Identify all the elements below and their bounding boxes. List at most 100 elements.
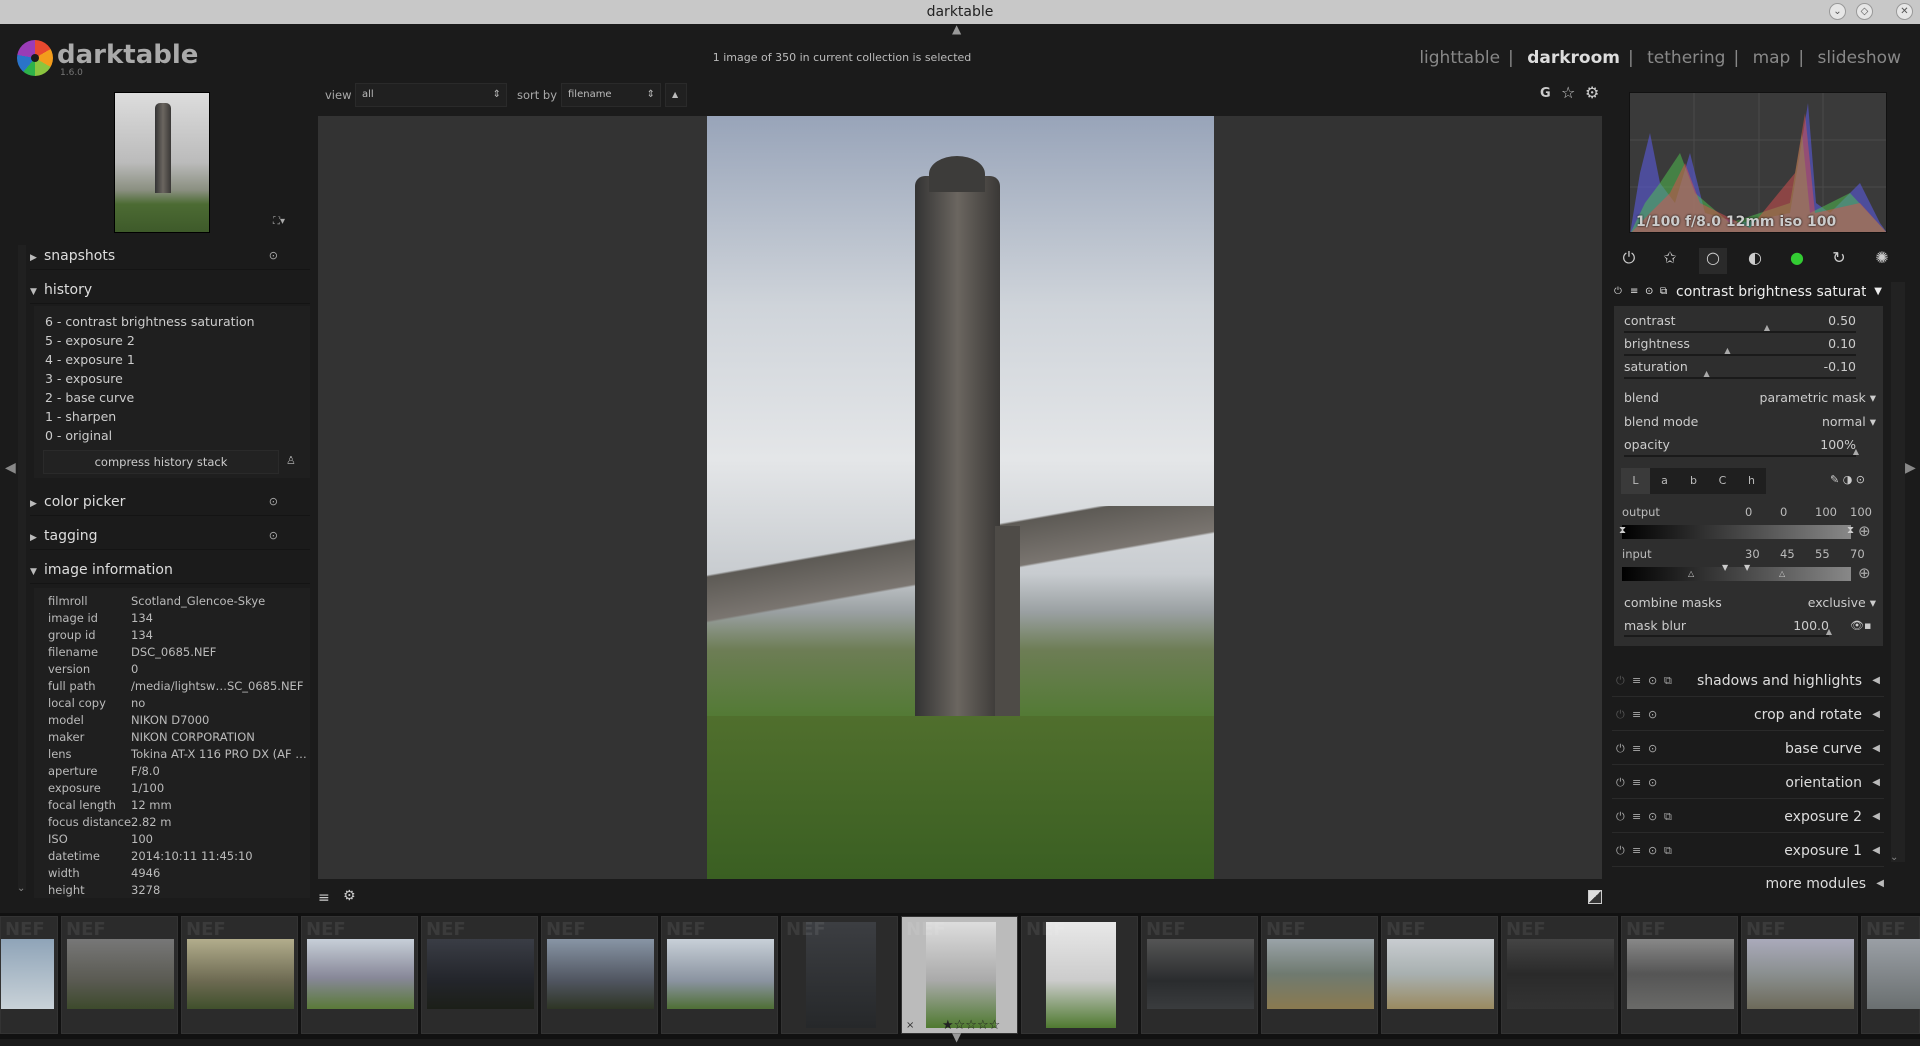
- overexposure-toggle-icon[interactable]: [1588, 890, 1602, 904]
- history-item[interactable]: 4 - exposure 1: [45, 352, 135, 367]
- power-icon[interactable]: ⏻: [1614, 280, 1622, 304]
- module-exposure-1[interactable]: ⏻ ≡ ⊙ ⧉ exposure 1 ◀: [1612, 835, 1884, 867]
- filmstrip-thumbnail[interactable]: NEF: [1861, 916, 1920, 1034]
- output-gradient-slider[interactable]: ⧗ ⧗: [1619, 525, 1854, 539]
- presets-icon[interactable]: ⧉: [1664, 665, 1672, 697]
- presets-icon[interactable]: ⊙: [269, 488, 278, 516]
- presets-icon[interactable]: ⧉: [1664, 801, 1672, 833]
- history-item[interactable]: 6 - contrast brightness saturation: [45, 314, 255, 329]
- view-darkroom[interactable]: darkroom: [1527, 48, 1620, 68]
- histogram[interactable]: 1/100 f/8.0 12mm iso 100: [1629, 92, 1887, 233]
- view-select[interactable]: all ⇕: [355, 83, 507, 107]
- blend-select[interactable]: blend parametric mask ▾: [1624, 390, 1876, 405]
- filmstrip-thumbnail[interactable]: NEF: [61, 916, 178, 1034]
- channel-tab-a[interactable]: a: [1650, 468, 1679, 494]
- display-mask-icon[interactable]: 👁▪: [1850, 619, 1871, 632]
- mask-blur-track[interactable]: ▲: [1624, 627, 1832, 637]
- module-base-curve[interactable]: ⏻ ≡ ⊙ base curve ◀: [1612, 733, 1884, 765]
- active-modules-icon[interactable]: ⏻: [1615, 248, 1643, 268]
- filmstrip-thumbnail[interactable]: NEF: [1621, 916, 1738, 1034]
- filmstrip-thumbnail[interactable]: NEF: [0, 916, 58, 1034]
- menu-icon[interactable]: ≡: [318, 890, 330, 906]
- history-header[interactable]: ▼ history: [30, 276, 310, 304]
- history-item[interactable]: 3 - exposure: [45, 371, 123, 386]
- opacity-slider[interactable]: opacity 100%: [1624, 437, 1856, 452]
- zoom-icon[interactable]: ⛶▾: [273, 216, 285, 227]
- channel-tab-C[interactable]: C: [1708, 468, 1737, 494]
- basic-group-icon[interactable]: ○: [1699, 248, 1727, 274]
- grouping-icon[interactable]: G: [1540, 86, 1551, 101]
- filmstrip-thumbnail[interactable]: NEF: [301, 916, 418, 1034]
- collapse-top-arrow[interactable]: ▲: [952, 22, 961, 36]
- presets-icon[interactable]: ⧉: [1660, 280, 1667, 304]
- contrast-slider[interactable]: contrast 0.50: [1624, 313, 1856, 328]
- effects-group-icon[interactable]: ✺: [1868, 248, 1896, 267]
- scroll-down-icon[interactable]: ⌄: [1890, 852, 1898, 863]
- multi-instance-icon[interactable]: ≡: [1632, 801, 1641, 833]
- reset-icon[interactable]: ⊙: [1645, 280, 1653, 304]
- multi-instance-icon[interactable]: ≡: [1632, 699, 1641, 731]
- filmstrip-thumbnail[interactable]: NEF: [181, 916, 298, 1034]
- power-icon[interactable]: ⏻: [1616, 835, 1625, 867]
- power-icon[interactable]: ⏻: [1616, 665, 1625, 697]
- main-image[interactable]: [707, 116, 1214, 879]
- power-icon[interactable]: ⏻: [1616, 699, 1625, 731]
- module-header-contrast-brightness-saturation[interactable]: ⏻ ≡ ⊙ ⧉ contrast brightness saturation ▼: [1612, 280, 1884, 304]
- snapshots-header[interactable]: ▶ snapshots ⊙: [30, 242, 310, 270]
- favorite-modules-icon[interactable]: ✩: [1656, 248, 1684, 267]
- more-modules-button[interactable]: more modules ◀: [1612, 868, 1884, 900]
- brightness-slider[interactable]: brightness 0.10: [1624, 336, 1856, 351]
- filmstrip[interactable]: NEF NEF NEF NEF NEF NEF NEF NEF NEF × ★☆☆☆☆ NEF NEF N…: [0, 913, 1920, 1039]
- reset-icon[interactable]: ⊙: [1648, 699, 1657, 731]
- mask-blur-slider[interactable]: mask blur 100.0: [1624, 618, 1829, 633]
- channel-tab-L[interactable]: L: [1621, 468, 1650, 494]
- slider-handle[interactable]: ▲: [1724, 346, 1730, 355]
- scroll-down-icon[interactable]: ⌄: [17, 883, 25, 894]
- blend-mode-select[interactable]: blend mode normal ▾: [1624, 414, 1876, 429]
- filmstrip-thumbnail[interactable]: NEF: [661, 916, 778, 1034]
- opacity-track[interactable]: ▲: [1624, 447, 1859, 457]
- input-gradient-slider[interactable]: △ ▼ ▼ △: [1622, 563, 1851, 581]
- saturation-slider[interactable]: saturation -0.10: [1624, 359, 1856, 374]
- presets-icon[interactable]: ⊙: [269, 242, 278, 270]
- create-style-icon[interactable]: ♙: [286, 454, 296, 467]
- reset-icon[interactable]: ⊙: [1648, 767, 1657, 799]
- reject-icon[interactable]: ×: [906, 1020, 914, 1031]
- sort-order-button[interactable]: ▲: [665, 83, 687, 107]
- color-picker-header[interactable]: ▶ color picker ⊙: [30, 488, 310, 516]
- reset-icon[interactable]: ⊙: [1648, 801, 1657, 833]
- filmstrip-thumbnail[interactable]: NEF: [1381, 916, 1498, 1034]
- collapse-right-arrow[interactable]: ▶: [1905, 460, 1916, 476]
- power-icon[interactable]: ⏻: [1616, 733, 1625, 765]
- navigation-preview[interactable]: [114, 92, 210, 233]
- filmstrip-thumbnail[interactable]: NEF: [1141, 916, 1258, 1034]
- collapse-icon[interactable]: ▼: [1874, 280, 1882, 304]
- history-item[interactable]: 1 - sharpen: [45, 409, 116, 424]
- view-tethering[interactable]: tethering: [1647, 48, 1725, 68]
- collapse-bottom-arrow[interactable]: ▼: [952, 1030, 961, 1044]
- slider-handle[interactable]: ▲: [1704, 369, 1710, 378]
- picker-icon[interactable]: ✎ ◑ ⊙: [1830, 473, 1865, 486]
- invert-output-icon[interactable]: ⊕: [1858, 522, 1871, 540]
- left-scrollbar[interactable]: [18, 245, 26, 890]
- slider-handle[interactable]: ▲: [1764, 323, 1770, 332]
- view-lighttable[interactable]: lighttable: [1419, 48, 1500, 68]
- power-icon[interactable]: ⏻: [1616, 767, 1625, 799]
- saturation-track[interactable]: ▲: [1624, 369, 1856, 379]
- filmstrip-thumbnail[interactable]: NEF: [1501, 916, 1618, 1034]
- filmstrip-thumbnail[interactable]: NEF: [1261, 916, 1378, 1034]
- gear-icon[interactable]: ⚙: [1585, 83, 1599, 102]
- filmstrip-thumbnail[interactable]: NEF: [541, 916, 658, 1034]
- styles-icon[interactable]: ⚙: [343, 888, 356, 904]
- reset-icon[interactable]: ⊙: [1648, 733, 1657, 765]
- channel-tab-h[interactable]: h: [1737, 468, 1766, 494]
- close-button[interactable]: ✕: [1896, 3, 1913, 20]
- collapse-left-arrow[interactable]: ◀: [5, 460, 16, 476]
- filmstrip-thumbnail[interactable]: NEF: [421, 916, 538, 1034]
- module-exposure-2[interactable]: ⏻ ≡ ⊙ ⧉ exposure 2 ◀: [1612, 801, 1884, 833]
- contrast-track[interactable]: ▲: [1624, 323, 1856, 333]
- tagging-header[interactable]: ▶ tagging ⊙: [30, 522, 310, 550]
- reset-icon[interactable]: ⊙: [1648, 665, 1657, 697]
- filmstrip-thumbnail[interactable]: NEF: [1741, 916, 1858, 1034]
- right-scrollbar[interactable]: [1891, 282, 1905, 862]
